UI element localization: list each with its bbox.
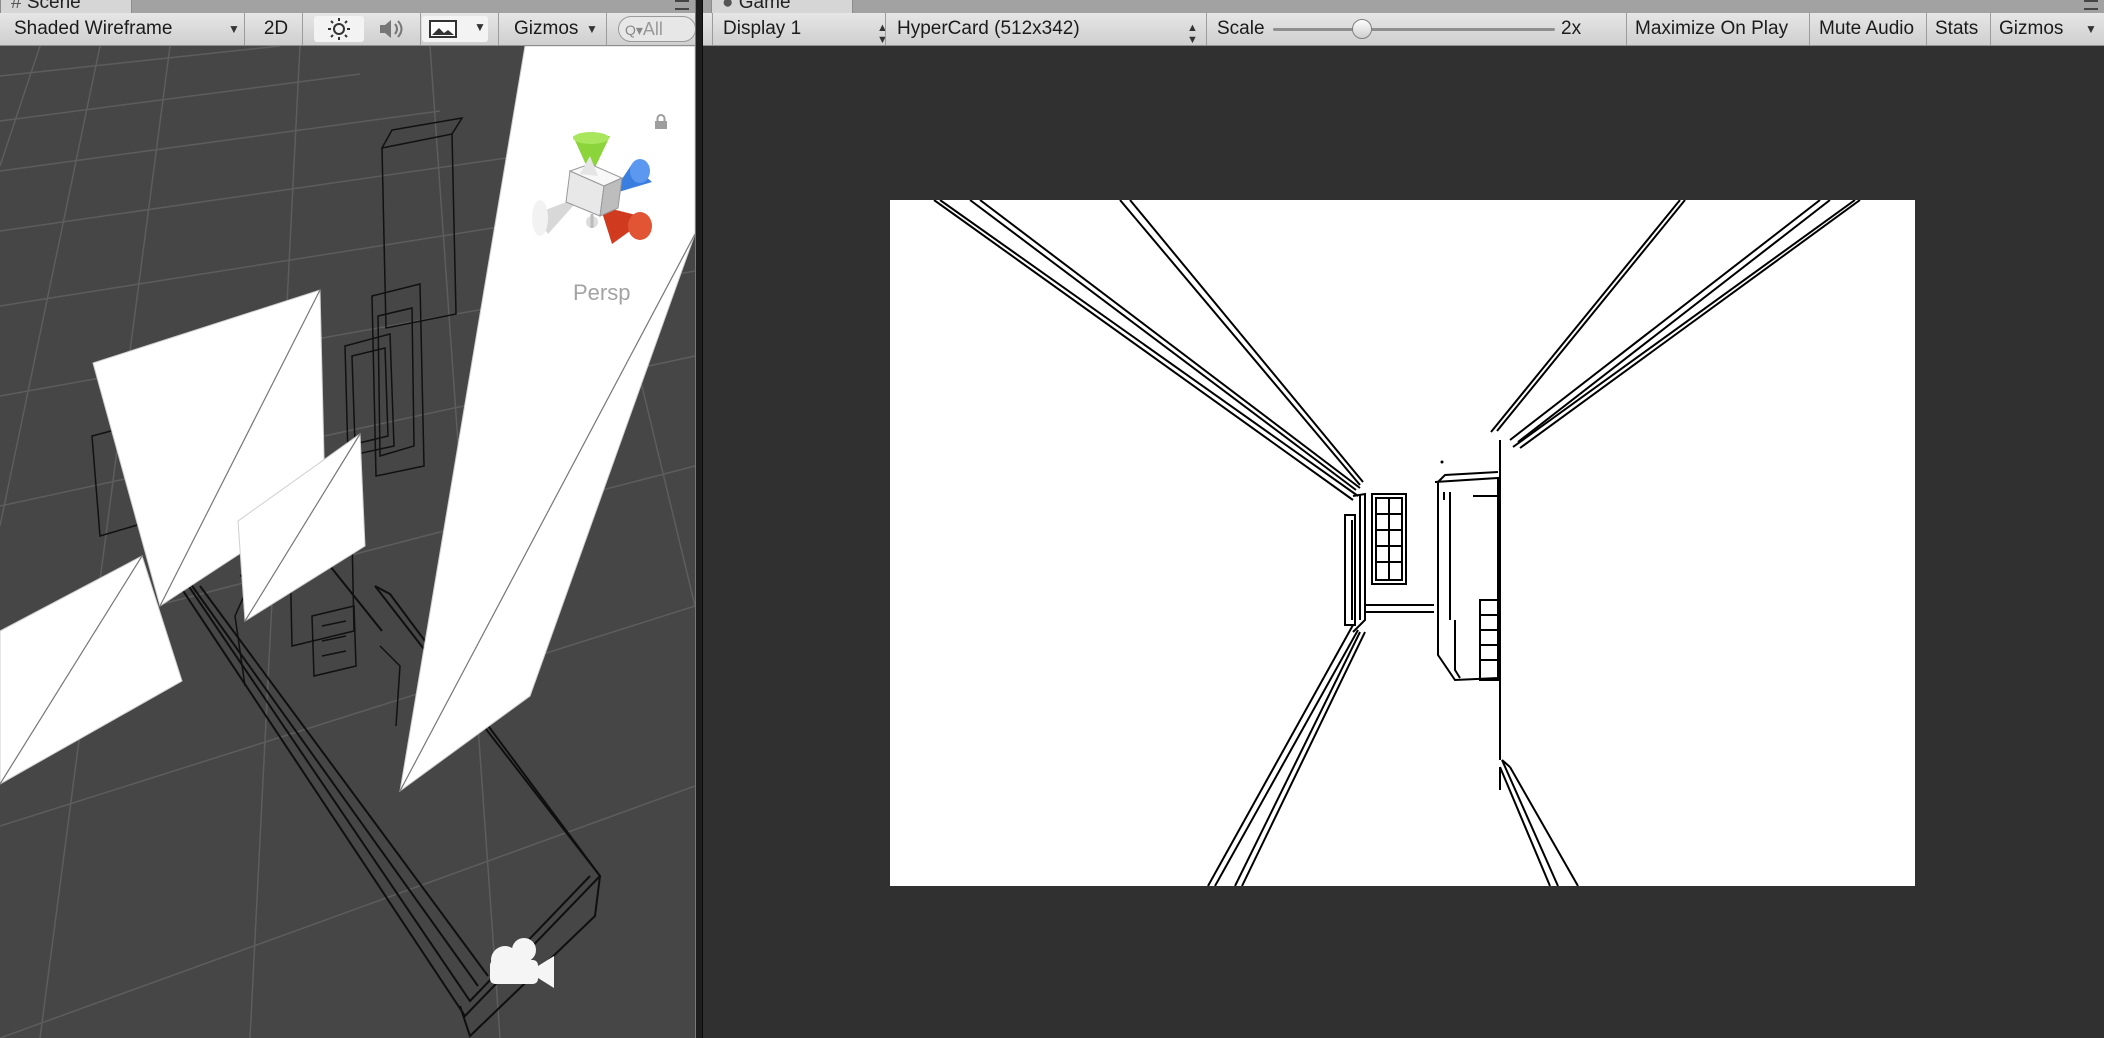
game-tab-label: Game	[738, 0, 791, 13]
separator	[244, 13, 245, 45]
chevron-down-icon: ▼	[586, 22, 598, 36]
lock-icon[interactable]	[653, 114, 669, 130]
projection-label[interactable]: Persp	[573, 280, 630, 306]
chevron-down-icon: ▼	[2085, 22, 2097, 36]
menu-icon[interactable]	[675, 0, 689, 10]
panel-splitter[interactable]	[695, 0, 703, 1038]
lighting-icon	[328, 18, 350, 40]
draw-mode-label: Shaded Wireframe	[14, 18, 173, 39]
separator	[302, 13, 303, 45]
separator	[420, 13, 421, 45]
chevron-down-icon: ▼	[228, 22, 240, 36]
scene-toolbar: Shaded Wireframe ▼ 2D ▼ Gizmos ▼ Q▾All	[0, 13, 695, 46]
scene-panel: # Scene Shaded Wireframe ▼ 2D ▼ Gizmos ▼…	[0, 0, 695, 1038]
draw-mode-dropdown[interactable]: Shaded Wireframe ▼	[14, 13, 240, 45]
game-render-screen[interactable]	[890, 200, 1915, 886]
chevron-down-icon: ▼	[474, 20, 486, 34]
separator	[1206, 13, 1207, 45]
scale-slider[interactable]	[1273, 13, 1555, 45]
effects-icon	[429, 20, 457, 38]
mode-2d-button[interactable]: 2D	[258, 13, 294, 45]
audio-icon	[380, 20, 403, 38]
scale-slider-knob[interactable]	[1351, 19, 1372, 39]
scale-value: 2x	[1561, 18, 1582, 39]
scene-viewport[interactable]: Persp	[0, 46, 695, 1038]
mute-audio-button[interactable]: Mute Audio	[1819, 13, 1914, 45]
search-placeholder: All	[642, 19, 663, 39]
scene-tab-strip: # Scene	[0, 0, 695, 14]
separator	[1809, 13, 1810, 45]
separator	[1626, 13, 1627, 45]
stats-button[interactable]: Stats	[1935, 13, 1978, 45]
game-tab-strip: ● Game	[703, 0, 2104, 14]
audio-toggle[interactable]	[366, 16, 416, 42]
display-dropdown[interactable]: Display 1 ▲ ▼	[723, 13, 888, 46]
scale-slider-track	[1273, 28, 1555, 31]
resolution-label: HyperCard (512x342)	[897, 18, 1080, 39]
scene-tab-label: Scene	[26, 0, 81, 13]
scene-tab-icon: #	[11, 0, 22, 13]
up-down-arrow-icon: ▲ ▼	[1187, 22, 1198, 46]
up-down-arrow-icon: ▲ ▼	[877, 22, 888, 46]
resolution-dropdown[interactable]: HyperCard (512x342) ▲ ▼	[897, 13, 1198, 46]
scene-gizmos-label: Gizmos	[514, 18, 579, 39]
scene-search-field[interactable]: Q▾All	[618, 16, 695, 42]
game-toolbar: Display 1 ▲ ▼ HyperCard (512x342) ▲ ▼ Scal…	[703, 13, 2104, 46]
search-icon: Q▾	[625, 22, 643, 38]
separator	[606, 13, 607, 45]
separator	[712, 13, 713, 45]
game-panel: ● Game Display 1 ▲ ▼ HyperCard (512x342) …	[703, 0, 2104, 1038]
menu-icon[interactable]	[2084, 0, 2098, 10]
corridor-render	[933, 200, 1861, 886]
effects-toggle[interactable]: ▼	[422, 16, 488, 42]
game-gizmos-dropdown[interactable]: Gizmos ▼	[1999, 13, 2097, 45]
tab-scene[interactable]: # Scene	[0, 0, 132, 13]
tab-game[interactable]: ● Game	[711, 0, 853, 13]
separator	[498, 13, 499, 45]
game-viewport[interactable]	[703, 46, 2104, 1038]
game-gizmos-label: Gizmos	[1999, 18, 2064, 39]
display-label: Display 1	[723, 18, 802, 39]
separator	[885, 13, 886, 45]
lighting-toggle[interactable]	[314, 16, 364, 42]
camera-icon[interactable]	[490, 938, 554, 988]
scene-gizmos-dropdown[interactable]: Gizmos ▼	[514, 13, 598, 45]
separator	[1990, 13, 1991, 45]
scale-label: Scale	[1217, 18, 1265, 39]
maximize-on-play-button[interactable]: Maximize On Play	[1635, 13, 1788, 45]
game-tab-icon: ●	[722, 0, 734, 13]
separator	[1926, 13, 1927, 45]
